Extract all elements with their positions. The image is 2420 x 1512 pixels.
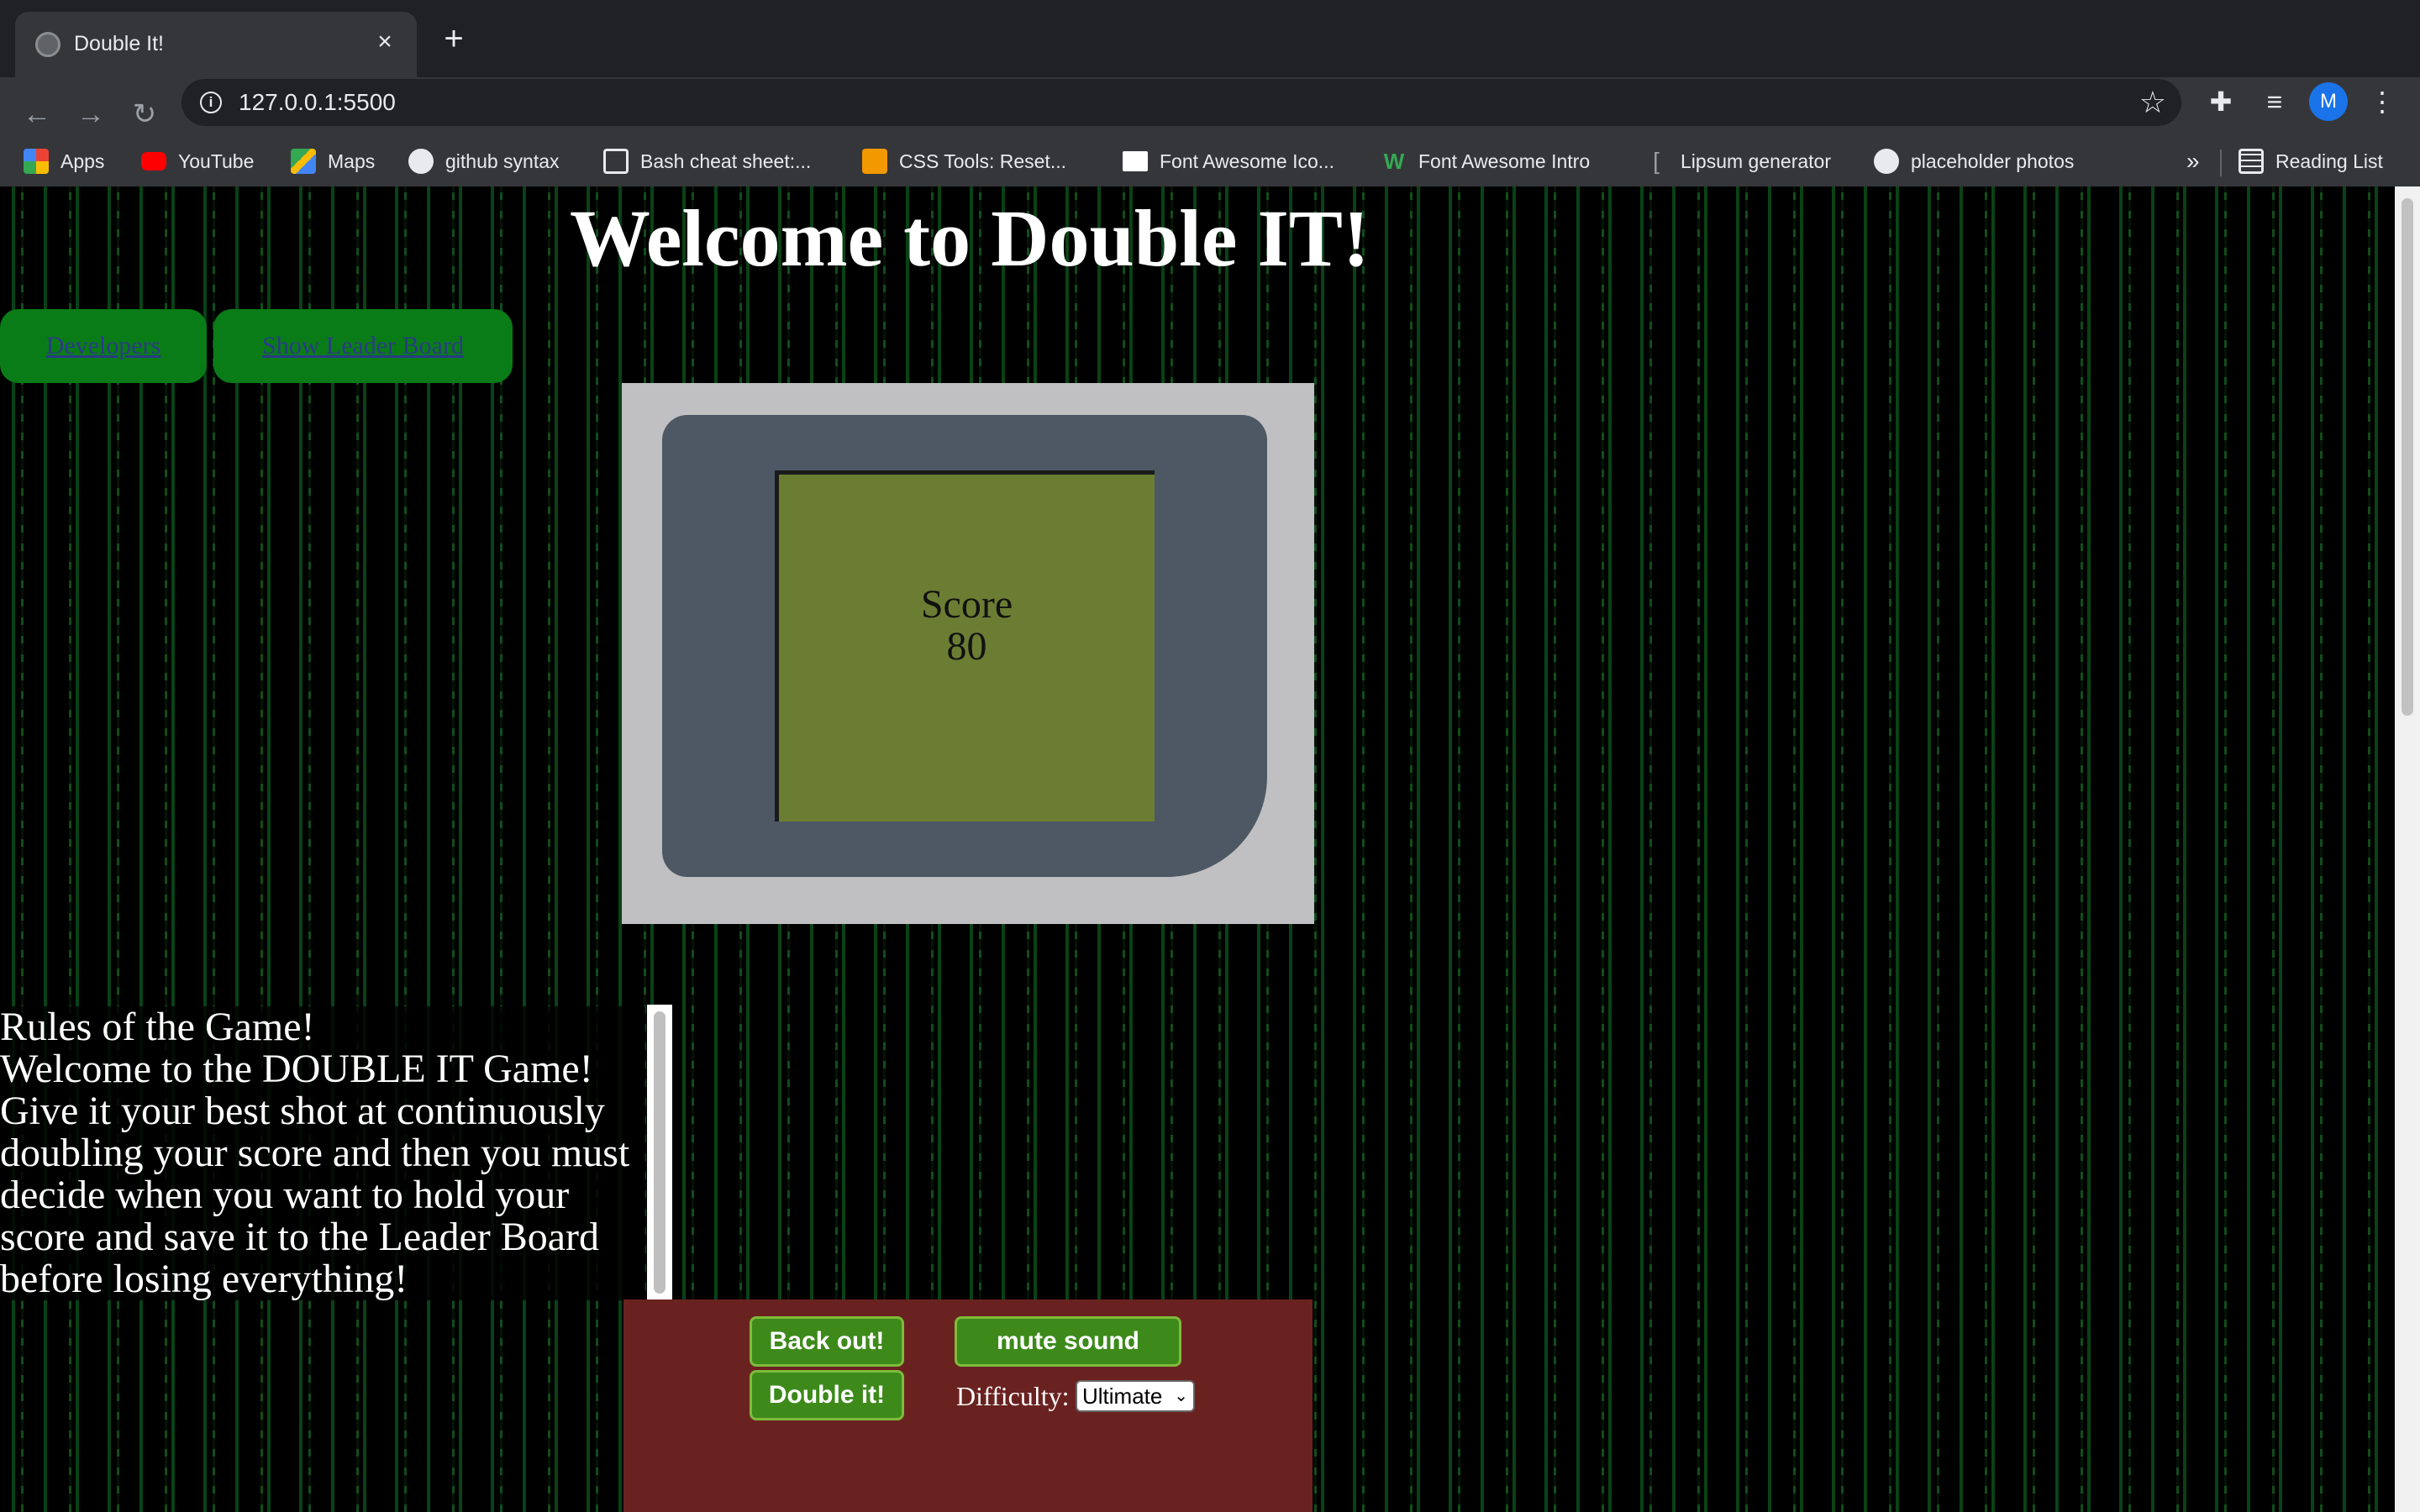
bookmarks-overflow-icon[interactable]: »	[2186, 144, 2200, 178]
bookmark-bash-cheat-sheet[interactable]: Bash cheat sheet:...	[603, 144, 811, 178]
bookmark-apps[interactable]: Apps	[24, 144, 104, 178]
browser-tabstrip: Double It! × +	[0, 0, 2420, 77]
leaderboard-button[interactable]: Show Leader Board	[213, 309, 513, 383]
bookmark-github-syntax[interactable]: github syntax	[408, 144, 560, 178]
flag-icon	[1123, 150, 1148, 171]
bookmark-youtube[interactable]: YouTube	[141, 144, 254, 178]
bookmark-lipsum-generator[interactable]: [Lipsum generator	[1644, 144, 1831, 178]
console-bezel: Score 80	[662, 415, 1267, 877]
globe-icon	[1874, 148, 1899, 174]
forward-icon[interactable]: →	[72, 96, 109, 133]
browser-tab[interactable]: Double It! ×	[15, 12, 417, 77]
chevron-down-icon: ⌄	[1174, 1387, 1188, 1405]
score-value: 80	[946, 624, 987, 669]
info-icon[interactable]: i	[200, 92, 222, 113]
reading-list-icon	[2238, 148, 2264, 174]
bookmark-font-awesome-icons[interactable]: Font Awesome Ico...	[1123, 144, 1334, 178]
apps-grid-icon	[24, 148, 49, 174]
rules-heading: Rules of the Game!	[0, 1005, 315, 1049]
difficulty-select[interactable]: Ultimate ⌄	[1076, 1380, 1195, 1412]
page-title: Welcome to Double IT!	[570, 193, 1370, 283]
back-out-button[interactable]: Back out!	[750, 1316, 904, 1367]
url-text[interactable]: 127.0.0.1:5500	[239, 87, 396, 118]
rules-scrollbar[interactable]	[647, 1005, 672, 1300]
close-icon[interactable]: ×	[368, 25, 402, 59]
terminal-icon	[603, 148, 629, 174]
back-icon[interactable]: ←	[18, 96, 55, 133]
developers-button[interactable]: Developers	[0, 309, 207, 383]
page-viewport: Welcome to Double IT! Developers Show Le…	[0, 186, 2395, 1512]
difficulty-value: Ultimate	[1082, 1383, 1163, 1409]
browser-toolbar: ← → ↻ i 127.0.0.1:5500 ☆ ✚ ≡ M ⋮ Apps Yo…	[0, 77, 2420, 198]
tab-title: Double It!	[74, 32, 165, 55]
w-logo-icon: W	[1383, 148, 1405, 174]
controls-panel: Back out! mute sound Double it! Difficul…	[623, 1299, 1313, 1512]
reading-list[interactable]: Reading List	[2238, 144, 2383, 178]
github-icon	[408, 148, 434, 174]
new-tab-button[interactable]: +	[435, 22, 472, 59]
rules-text: Welcome to the DOUBLE IT Game! Give it y…	[0, 1047, 630, 1301]
page-scroll-thumb[interactable]	[2402, 198, 2413, 716]
bookmark-font-awesome-intro[interactable]: W Font Awesome Intro	[1381, 144, 1590, 178]
bookmarks-bar: Apps YouTube Maps github syntax Bash che…	[0, 136, 2420, 192]
globe-icon	[35, 32, 60, 57]
star-icon[interactable]: ☆	[2139, 84, 2166, 121]
mute-sound-button[interactable]: mute sound	[955, 1316, 1181, 1367]
score-screen: Score 80	[775, 470, 1155, 822]
tiger-icon	[862, 148, 887, 174]
address-bar[interactable]: i 127.0.0.1:5500 ☆	[182, 79, 2181, 126]
profile-avatar[interactable]: M	[2309, 82, 2348, 121]
score-label: Score	[920, 582, 1013, 627]
menu-icon[interactable]: ⋮	[2360, 79, 2405, 124]
double-it-button[interactable]: Double it!	[750, 1370, 904, 1420]
game-console: Score 80	[622, 383, 1314, 924]
page-scrollbar[interactable]	[2395, 186, 2420, 1512]
youtube-icon	[141, 151, 166, 171]
rules-panel: Rules of the Game! Welcome to the DOUBLE…	[0, 1006, 645, 1300]
media-control-icon[interactable]: ≡	[2252, 79, 2297, 124]
bookmark-css-tools[interactable]: CSS Tools: Reset...	[862, 144, 1066, 178]
difficulty-label: Difficulty:	[956, 1381, 1070, 1411]
bookmark-maps[interactable]: Maps	[291, 144, 375, 178]
extensions-icon[interactable]: ✚	[2198, 79, 2244, 124]
maps-icon	[291, 148, 316, 174]
bracket-icon: [	[1653, 147, 1660, 174]
bookmark-placeholder-photos[interactable]: placeholder photos	[1874, 144, 2074, 178]
reload-icon[interactable]: ↻	[126, 96, 163, 133]
rules-scroll-thumb[interactable]	[654, 1011, 666, 1294]
bookmarks-separator	[2220, 150, 2222, 176]
